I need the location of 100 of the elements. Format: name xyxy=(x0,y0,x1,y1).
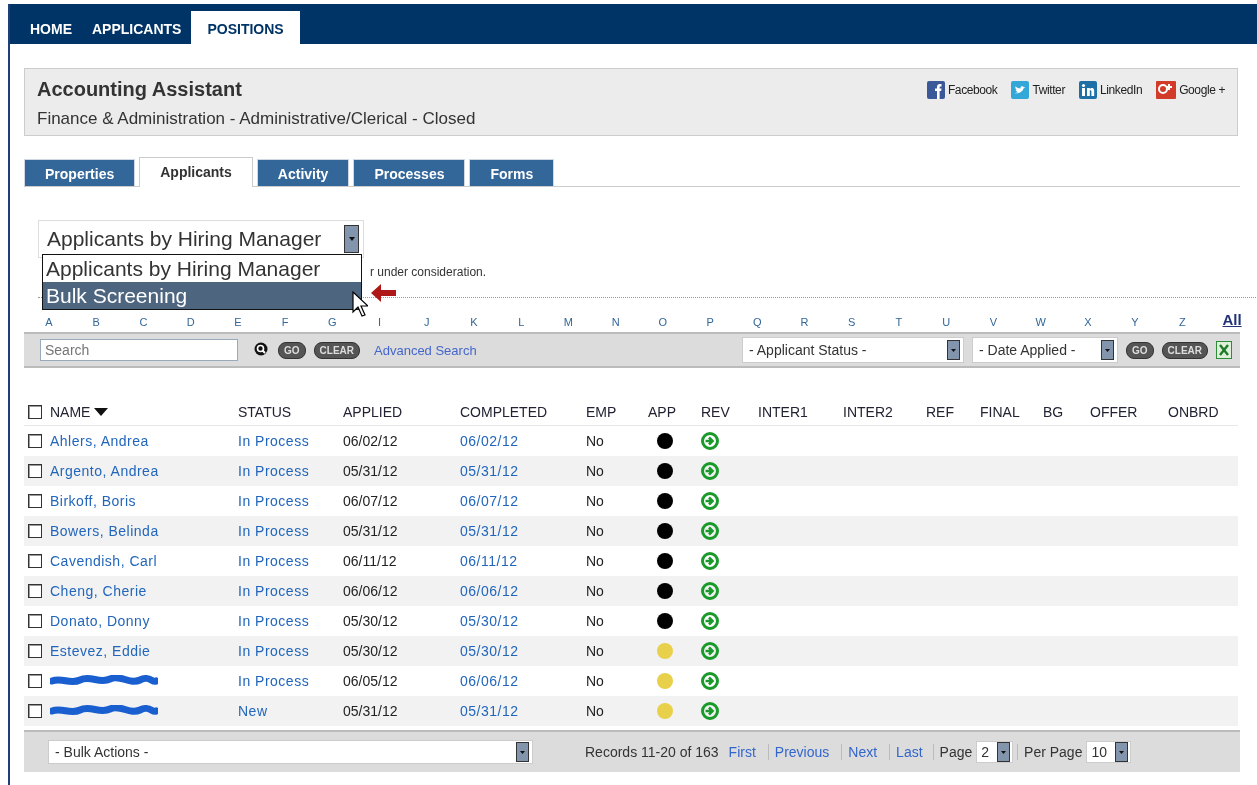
letter-link[interactable]: N xyxy=(608,316,623,328)
letter-link[interactable]: I xyxy=(372,316,387,328)
applicant-name-link[interactable]: Bowers, Belinda xyxy=(50,523,159,539)
arrow-circle-icon[interactable] xyxy=(701,552,719,570)
letter-link[interactable]: R xyxy=(797,316,812,328)
status-link[interactable]: In Process xyxy=(238,493,310,509)
checkbox[interactable] xyxy=(28,584,42,598)
status-link[interactable]: In Process xyxy=(238,613,310,629)
spreadsheet-icon[interactable] xyxy=(1216,341,1232,359)
completed-date-link[interactable]: 05/31/12 xyxy=(460,703,519,719)
letter-link[interactable]: X xyxy=(1080,316,1095,328)
checkbox[interactable] xyxy=(28,524,42,538)
completed-date-link[interactable]: 05/30/12 xyxy=(460,643,519,659)
status-link[interactable]: In Process xyxy=(238,673,310,689)
completed-date-link[interactable]: 06/06/12 xyxy=(460,583,519,599)
arrow-circle-icon[interactable] xyxy=(701,672,719,690)
letter-link[interactable]: S xyxy=(844,316,859,328)
all-link[interactable]: All xyxy=(1222,311,1242,328)
clear-button[interactable]: CLEAR xyxy=(1161,341,1208,359)
status-select[interactable]: - Applicant Status - xyxy=(742,337,964,363)
nav-tab[interactable]: HOME xyxy=(20,11,82,44)
date-select[interactable]: - Date Applied - xyxy=(972,337,1118,363)
arrow-circle-icon[interactable] xyxy=(701,582,719,600)
clear-button[interactable]: CLEAR xyxy=(313,341,360,359)
arrow-circle-icon[interactable] xyxy=(701,492,719,510)
letter-link[interactable]: G xyxy=(325,316,340,328)
letter-link[interactable]: P xyxy=(703,316,718,328)
letter-link[interactable]: A xyxy=(42,316,56,328)
applicant-name-link[interactable]: Birkoff, Boris xyxy=(50,493,137,509)
letter-link[interactable]: V xyxy=(986,316,1001,328)
page-select[interactable]: 2 xyxy=(976,741,1014,763)
arrow-circle-icon[interactable] xyxy=(701,642,719,660)
arrow-circle-icon[interactable] xyxy=(701,432,719,450)
status-link[interactable]: In Process xyxy=(238,553,310,569)
letter-link[interactable]: Y xyxy=(1128,316,1143,328)
per-page-select[interactable]: 10 xyxy=(1086,741,1131,763)
completed-date-link[interactable]: 05/31/12 xyxy=(460,463,519,479)
arrow-circle-icon[interactable] xyxy=(701,462,719,480)
applicant-name-link[interactable]: Argento, Andrea xyxy=(50,463,159,479)
nav-tab[interactable]: APPLICANTS xyxy=(82,11,192,44)
go-button[interactable]: GO xyxy=(1126,341,1154,359)
tab[interactable]: Activity xyxy=(256,159,350,186)
letter-link[interactable]: E xyxy=(230,316,245,328)
letter-link[interactable]: M xyxy=(561,316,576,328)
share-link[interactable]: LinkedIn xyxy=(1079,81,1143,99)
applicant-name-link[interactable]: Donato, Donny xyxy=(50,613,150,629)
letter-link[interactable]: T xyxy=(891,316,906,328)
tab[interactable]: Forms xyxy=(469,159,555,186)
checkbox[interactable] xyxy=(28,434,42,448)
applicant-name-link[interactable]: Cheng, Cherie xyxy=(50,583,147,599)
letter-link[interactable]: K xyxy=(466,316,481,328)
letter-link[interactable]: L xyxy=(514,316,529,328)
nav-tab[interactable]: POSITIONS xyxy=(191,11,300,44)
applicant-name-link[interactable]: Estevez, Eddie xyxy=(50,643,151,659)
status-link[interactable]: In Process xyxy=(238,643,310,659)
share-link[interactable]: Facebook xyxy=(926,81,998,99)
letter-link[interactable]: U xyxy=(939,316,954,328)
completed-date-link[interactable]: 05/31/12 xyxy=(460,523,519,539)
letter-link[interactable]: O xyxy=(655,316,670,328)
arrow-circle-icon[interactable] xyxy=(701,702,719,720)
pager-link[interactable]: Last xyxy=(889,744,929,760)
view-select[interactable]: Applicants by Hiring Manager xyxy=(38,220,364,258)
dropdown-option[interactable]: Bulk Screening xyxy=(43,282,361,309)
tab[interactable]: Processes xyxy=(353,159,466,186)
checkbox[interactable] xyxy=(28,464,42,478)
tab[interactable]: Properties xyxy=(24,159,136,186)
tab[interactable]: Applicants xyxy=(139,157,253,187)
applicant-name-link[interactable]: Cavendish, Carl xyxy=(50,553,158,569)
completed-date-link[interactable]: 05/30/12 xyxy=(460,613,519,629)
checkbox[interactable] xyxy=(28,404,42,419)
status-link[interactable]: In Process xyxy=(238,523,310,539)
search-icon[interactable] xyxy=(254,342,270,358)
letter-link[interactable]: F xyxy=(278,316,293,328)
search-field[interactable]: Search xyxy=(40,339,238,361)
pager-link[interactable]: Previous xyxy=(767,744,836,760)
pager-link[interactable]: Next xyxy=(841,744,884,760)
column-header[interactable]: NAME xyxy=(50,403,91,420)
checkbox[interactable] xyxy=(28,614,42,628)
completed-date-link[interactable]: 06/02/12 xyxy=(460,433,519,449)
status-link[interactable]: In Process xyxy=(238,583,310,599)
status-link[interactable]: New xyxy=(238,703,268,719)
letter-link[interactable]: Z xyxy=(1175,316,1190,328)
letter-link[interactable]: J xyxy=(419,316,434,328)
completed-date-link[interactable]: 06/07/12 xyxy=(460,493,519,509)
letter-link[interactable]: W xyxy=(1033,316,1048,328)
checkbox[interactable] xyxy=(28,674,42,688)
dropdown-option[interactable]: Applicants by Hiring Manager xyxy=(43,255,361,282)
share-link[interactable]: Twitter xyxy=(1011,81,1065,99)
letter-link[interactable]: B xyxy=(89,316,104,328)
completed-date-link[interactable]: 06/06/12 xyxy=(460,673,519,689)
completed-date-link[interactable]: 06/11/12 xyxy=(460,553,518,569)
checkbox[interactable] xyxy=(28,494,42,508)
sort-caret-icon[interactable] xyxy=(94,407,109,416)
arrow-circle-icon[interactable] xyxy=(701,522,719,540)
letter-link[interactable]: D xyxy=(183,316,198,328)
advanced-search-link[interactable]: Advanced Search xyxy=(374,342,477,358)
letter-link[interactable]: C xyxy=(136,316,151,328)
go-button[interactable]: GO xyxy=(278,341,306,359)
bulk-actions-select[interactable]: - Bulk Actions - xyxy=(48,740,533,764)
checkbox[interactable] xyxy=(28,644,42,658)
